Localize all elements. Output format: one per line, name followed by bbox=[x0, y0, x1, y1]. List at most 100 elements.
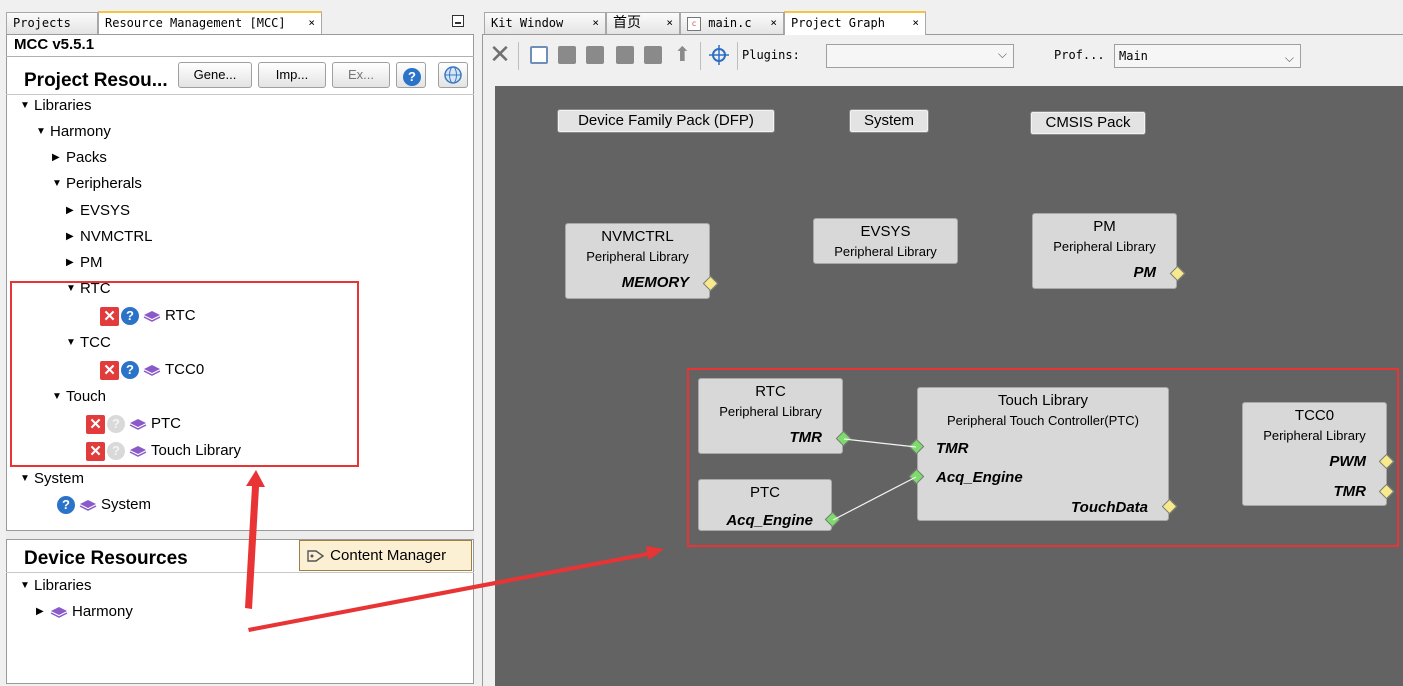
tree-nvmctrl[interactable]: ▶ NVMCTRL bbox=[66, 226, 153, 248]
close-icon[interactable]: × bbox=[592, 13, 599, 33]
tab-project-graph[interactable]: Project Graph × bbox=[784, 11, 926, 35]
node-port-label: PM bbox=[1133, 264, 1157, 281]
minimize-icon[interactable] bbox=[452, 15, 464, 27]
help-icon: ? bbox=[403, 68, 421, 87]
ungroup-icon[interactable] bbox=[586, 46, 604, 64]
profile-label: Prof... bbox=[1054, 48, 1105, 62]
tree-label: PM bbox=[80, 254, 103, 271]
tree-libraries[interactable]: ▼ Libraries bbox=[20, 95, 92, 117]
tab-kit-window[interactable]: Kit Window × bbox=[484, 12, 606, 34]
tree-system[interactable]: ▼ System bbox=[20, 468, 84, 490]
center-view-icon[interactable] bbox=[708, 44, 730, 66]
close-icon[interactable]: × bbox=[912, 13, 919, 33]
profile-select[interactable]: Main ⌵ bbox=[1114, 44, 1301, 68]
rtc-node[interactable]: RTC Peripheral Library TMR bbox=[698, 378, 843, 454]
ptc-node[interactable]: PTC Acq_Engine bbox=[698, 479, 832, 531]
generate-button[interactable]: Gene... bbox=[178, 62, 252, 88]
group-icon[interactable] bbox=[558, 46, 576, 64]
expand-icon[interactable] bbox=[644, 46, 662, 64]
cmsis-pack-node[interactable]: CMSIS Pack bbox=[1030, 111, 1146, 135]
divider bbox=[6, 56, 474, 57]
export-button[interactable]: Ex... bbox=[332, 62, 390, 88]
collapsed-icon[interactable]: ▶ bbox=[36, 601, 50, 623]
up-arrow-icon[interactable]: ⬆ bbox=[674, 42, 691, 66]
project-graph-canvas[interactable] bbox=[495, 86, 1403, 686]
tab-resource-management[interactable]: Resource Management [MCC] × bbox=[98, 11, 322, 35]
node-port-label: TMR bbox=[789, 429, 823, 446]
content-manager-button[interactable]: Content Manager bbox=[299, 540, 472, 571]
tree-packs[interactable]: ▶ Packs bbox=[52, 147, 107, 169]
node-subtitle: Peripheral Touch Controller(PTC) bbox=[947, 413, 1139, 428]
collapsed-icon[interactable]: ▶ bbox=[66, 252, 80, 274]
nvmctrl-node[interactable]: NVMCTRL Peripheral Library MEMORY bbox=[565, 223, 710, 299]
layers-icon bbox=[79, 500, 97, 511]
import-button[interactable]: Imp... bbox=[258, 62, 326, 88]
collapse-icon[interactable] bbox=[616, 46, 634, 64]
collapsed-icon[interactable]: ▶ bbox=[52, 147, 66, 169]
tree-label: Packs bbox=[66, 149, 107, 166]
pm-node[interactable]: PM Peripheral Library PM bbox=[1032, 213, 1177, 289]
collapsed-icon[interactable]: ▶ bbox=[66, 200, 80, 222]
delete-icon[interactable]: ✕ bbox=[488, 42, 512, 68]
node-title: NVMCTRL bbox=[601, 228, 674, 245]
tree-harmony[interactable]: ▼ Harmony bbox=[36, 121, 111, 143]
tree-label: System bbox=[34, 470, 85, 487]
system-node[interactable]: System bbox=[849, 109, 929, 133]
node-port-label: TouchData bbox=[1071, 499, 1148, 516]
c-file-icon: c bbox=[687, 16, 701, 31]
node-subtitle: Peripheral Library bbox=[834, 244, 937, 259]
collapsed-icon[interactable]: ▶ bbox=[66, 226, 80, 248]
tree-peripherals[interactable]: ▼ Peripherals bbox=[52, 173, 142, 195]
tcc0-node[interactable]: TCC0 Peripheral Library PWM TMR bbox=[1242, 402, 1387, 506]
web-button[interactable] bbox=[438, 62, 468, 88]
panel-splitter[interactable] bbox=[6, 530, 474, 540]
help-icon[interactable]: ? bbox=[57, 496, 75, 515]
layers-icon bbox=[50, 607, 68, 618]
close-icon[interactable]: × bbox=[308, 13, 315, 33]
node-title: PTC bbox=[750, 484, 780, 501]
node-title: TCC0 bbox=[1294, 407, 1335, 424]
close-icon[interactable]: × bbox=[666, 13, 673, 33]
plugins-select[interactable]: ⌵ bbox=[826, 44, 1014, 68]
tree-pm[interactable]: ▶ PM bbox=[66, 252, 103, 274]
add-component-icon[interactable] bbox=[530, 46, 548, 64]
tab-home[interactable]: 首页 × bbox=[606, 12, 680, 34]
node-title: PM bbox=[1093, 218, 1116, 235]
tab-label: 首页 bbox=[613, 15, 641, 31]
globe-icon bbox=[444, 66, 462, 84]
tree-system-item[interactable]: ? System bbox=[55, 494, 151, 516]
tree-evsys[interactable]: ▶ EVSYS bbox=[66, 200, 130, 222]
toolbar-separator bbox=[737, 42, 738, 70]
expanded-icon[interactable]: ▼ bbox=[36, 121, 50, 143]
close-icon[interactable]: × bbox=[770, 13, 777, 33]
dfp-pack-node[interactable]: Device Family Pack (DFP) bbox=[557, 109, 775, 133]
expanded-icon[interactable]: ▼ bbox=[20, 468, 34, 490]
device-resources-title: Device Resources bbox=[24, 548, 188, 569]
node-subtitle: Peripheral Library bbox=[1263, 428, 1366, 443]
node-port-label: PWM bbox=[1329, 453, 1366, 470]
tab-label: main.c bbox=[708, 16, 752, 30]
plugins-label: Plugins: bbox=[742, 48, 800, 62]
project-resources-title: Project Resou... bbox=[24, 70, 168, 91]
expanded-icon[interactable]: ▼ bbox=[20, 575, 34, 597]
node-title: EVSYS bbox=[860, 223, 911, 240]
node-title: Touch Library bbox=[997, 392, 1089, 409]
highlight-box bbox=[10, 281, 359, 467]
node-port-label: TMR bbox=[1333, 483, 1367, 500]
divider bbox=[6, 572, 474, 573]
expanded-icon[interactable]: ▼ bbox=[20, 95, 34, 117]
tree-label: NVMCTRL bbox=[80, 228, 153, 245]
evsys-node[interactable]: EVSYS Peripheral Library bbox=[813, 218, 958, 264]
node-port-label: Acq_Engine bbox=[726, 512, 813, 529]
device-tree-harmony[interactable]: ▶ Harmony bbox=[36, 601, 133, 623]
tree-label: System bbox=[101, 496, 152, 513]
tab-projects[interactable]: Projects bbox=[6, 12, 98, 34]
help-button[interactable]: ? bbox=[396, 62, 426, 88]
tab-main-c[interactable]: c main.c × bbox=[680, 12, 784, 34]
tree-label: Harmony bbox=[50, 123, 111, 140]
touch-library-node[interactable]: Touch Library Peripheral Touch Controlle… bbox=[917, 387, 1169, 521]
expanded-icon[interactable]: ▼ bbox=[52, 173, 66, 195]
node-port-label: TMR bbox=[936, 440, 969, 457]
tree-label: Libraries bbox=[34, 577, 92, 594]
device-tree-libraries[interactable]: ▼ Libraries bbox=[20, 575, 92, 597]
